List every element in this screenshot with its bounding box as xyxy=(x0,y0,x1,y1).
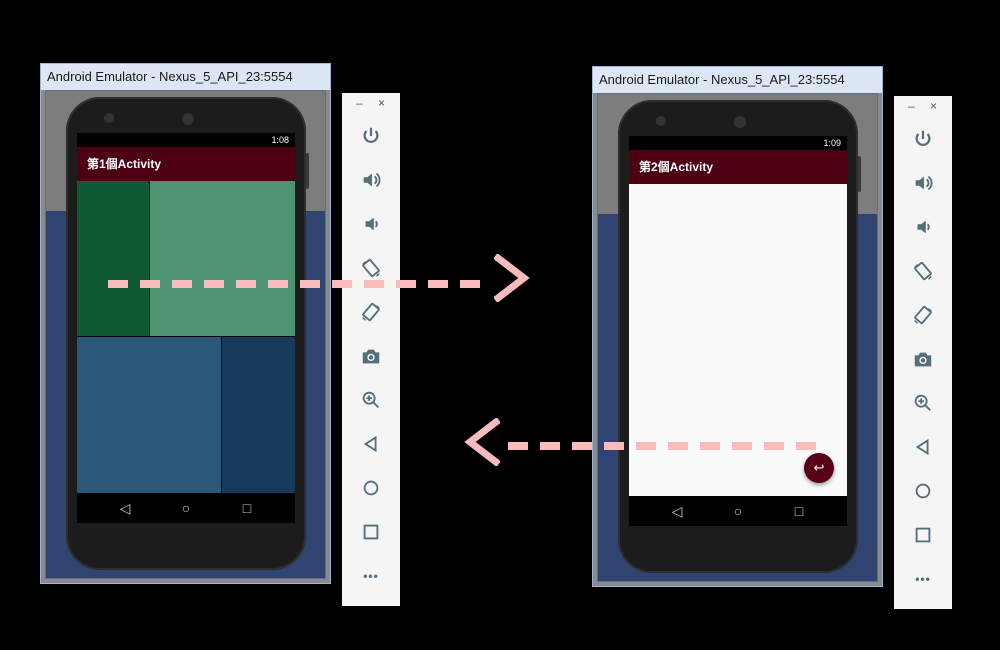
home-icon[interactable] xyxy=(342,473,400,503)
nav-back-icon[interactable]: ◁ xyxy=(667,496,687,526)
status-bar: 1:08 xyxy=(77,133,295,147)
zoom-icon[interactable] xyxy=(342,385,400,415)
tile-light-green[interactable] xyxy=(150,181,295,336)
tile-dark-green[interactable] xyxy=(77,181,149,336)
power-icon[interactable] xyxy=(894,124,952,154)
return-arrow-head-icon xyxy=(464,418,500,466)
camera-dot xyxy=(656,116,666,126)
close-button[interactable]: × xyxy=(378,96,385,110)
right-emulator-window: Android Emulator - Nexus_5_API_23:5554 1… xyxy=(592,66,883,587)
nav-bar: ◁ ○ □ xyxy=(77,493,295,523)
nav-home-icon[interactable]: ○ xyxy=(728,496,748,526)
nav-home-icon[interactable]: ○ xyxy=(176,493,196,523)
side-button xyxy=(306,153,309,189)
zoom-icon[interactable] xyxy=(894,388,952,418)
nav-bar: ◁ ○ □ xyxy=(629,496,847,526)
left-emulator-window: Android Emulator - Nexus_5_API_23:5554 1… xyxy=(40,63,331,584)
status-time: 1:08 xyxy=(271,135,289,145)
overview-icon[interactable] xyxy=(342,517,400,547)
emulator-frame: 1:09 第2個Activity ↩ ◁ ○ □ xyxy=(597,93,878,582)
more-icon[interactable]: ••• xyxy=(342,561,400,591)
rotate-left-icon[interactable] xyxy=(894,256,952,286)
home-icon[interactable] xyxy=(894,476,952,506)
phone-body: 1:08 第1個Activity ◁ ○ □ xyxy=(66,97,309,570)
tile-blue[interactable] xyxy=(77,337,221,493)
minimize-button[interactable]: – xyxy=(908,99,915,113)
rotate-left-icon[interactable] xyxy=(342,253,400,283)
camera-icon[interactable] xyxy=(894,344,952,374)
tile-dark-blue[interactable] xyxy=(222,337,295,493)
speaker-icon xyxy=(182,113,194,125)
app-bar-title: 第2個Activity xyxy=(629,150,847,184)
window-title[interactable]: Android Emulator - Nexus_5_API_23:5554 xyxy=(41,64,330,90)
phone-body: 1:09 第2個Activity ↩ ◁ ○ □ xyxy=(618,100,861,573)
nav-overview-icon[interactable]: □ xyxy=(237,493,257,523)
minimize-button[interactable]: – xyxy=(356,96,363,110)
close-button[interactable]: × xyxy=(930,99,937,113)
phone-screen: 1:08 第1個Activity ◁ ○ □ xyxy=(77,133,295,523)
window-title[interactable]: Android Emulator - Nexus_5_API_23:5554 xyxy=(593,67,882,93)
forward-arrow-line xyxy=(108,280,490,288)
more-icon[interactable]: ••• xyxy=(894,564,952,594)
status-time: 1:09 xyxy=(823,138,841,148)
speaker-icon xyxy=(734,116,746,128)
emulator-frame: 1:08 第1個Activity ◁ ○ □ xyxy=(45,90,326,579)
forward-arrow-head-icon xyxy=(494,254,530,302)
right-emulator-toolbar: – × ••• xyxy=(894,96,952,609)
rotate-right-icon[interactable] xyxy=(342,297,400,327)
camera-icon[interactable] xyxy=(342,341,400,371)
overview-icon[interactable] xyxy=(894,520,952,550)
back-icon[interactable] xyxy=(342,429,400,459)
nav-overview-icon[interactable]: □ xyxy=(789,496,809,526)
volume-up-icon[interactable] xyxy=(342,165,400,195)
undo-icon[interactable]: ↩ xyxy=(804,453,834,483)
volume-down-icon[interactable] xyxy=(342,209,400,239)
app-bar-title: 第1個Activity xyxy=(77,147,295,181)
phone-screen: 1:09 第2個Activity ↩ ◁ ○ □ xyxy=(629,136,847,526)
camera-dot xyxy=(104,113,114,123)
return-arrow-line xyxy=(508,442,828,450)
side-button xyxy=(858,156,861,192)
left-emulator-toolbar: – × ••• xyxy=(342,93,400,606)
nav-back-icon[interactable]: ◁ xyxy=(115,493,135,523)
volume-up-icon[interactable] xyxy=(894,168,952,198)
rotate-right-icon[interactable] xyxy=(894,300,952,330)
volume-down-icon[interactable] xyxy=(894,212,952,242)
power-icon[interactable] xyxy=(342,121,400,151)
status-bar: 1:09 xyxy=(629,136,847,150)
back-icon[interactable] xyxy=(894,432,952,462)
